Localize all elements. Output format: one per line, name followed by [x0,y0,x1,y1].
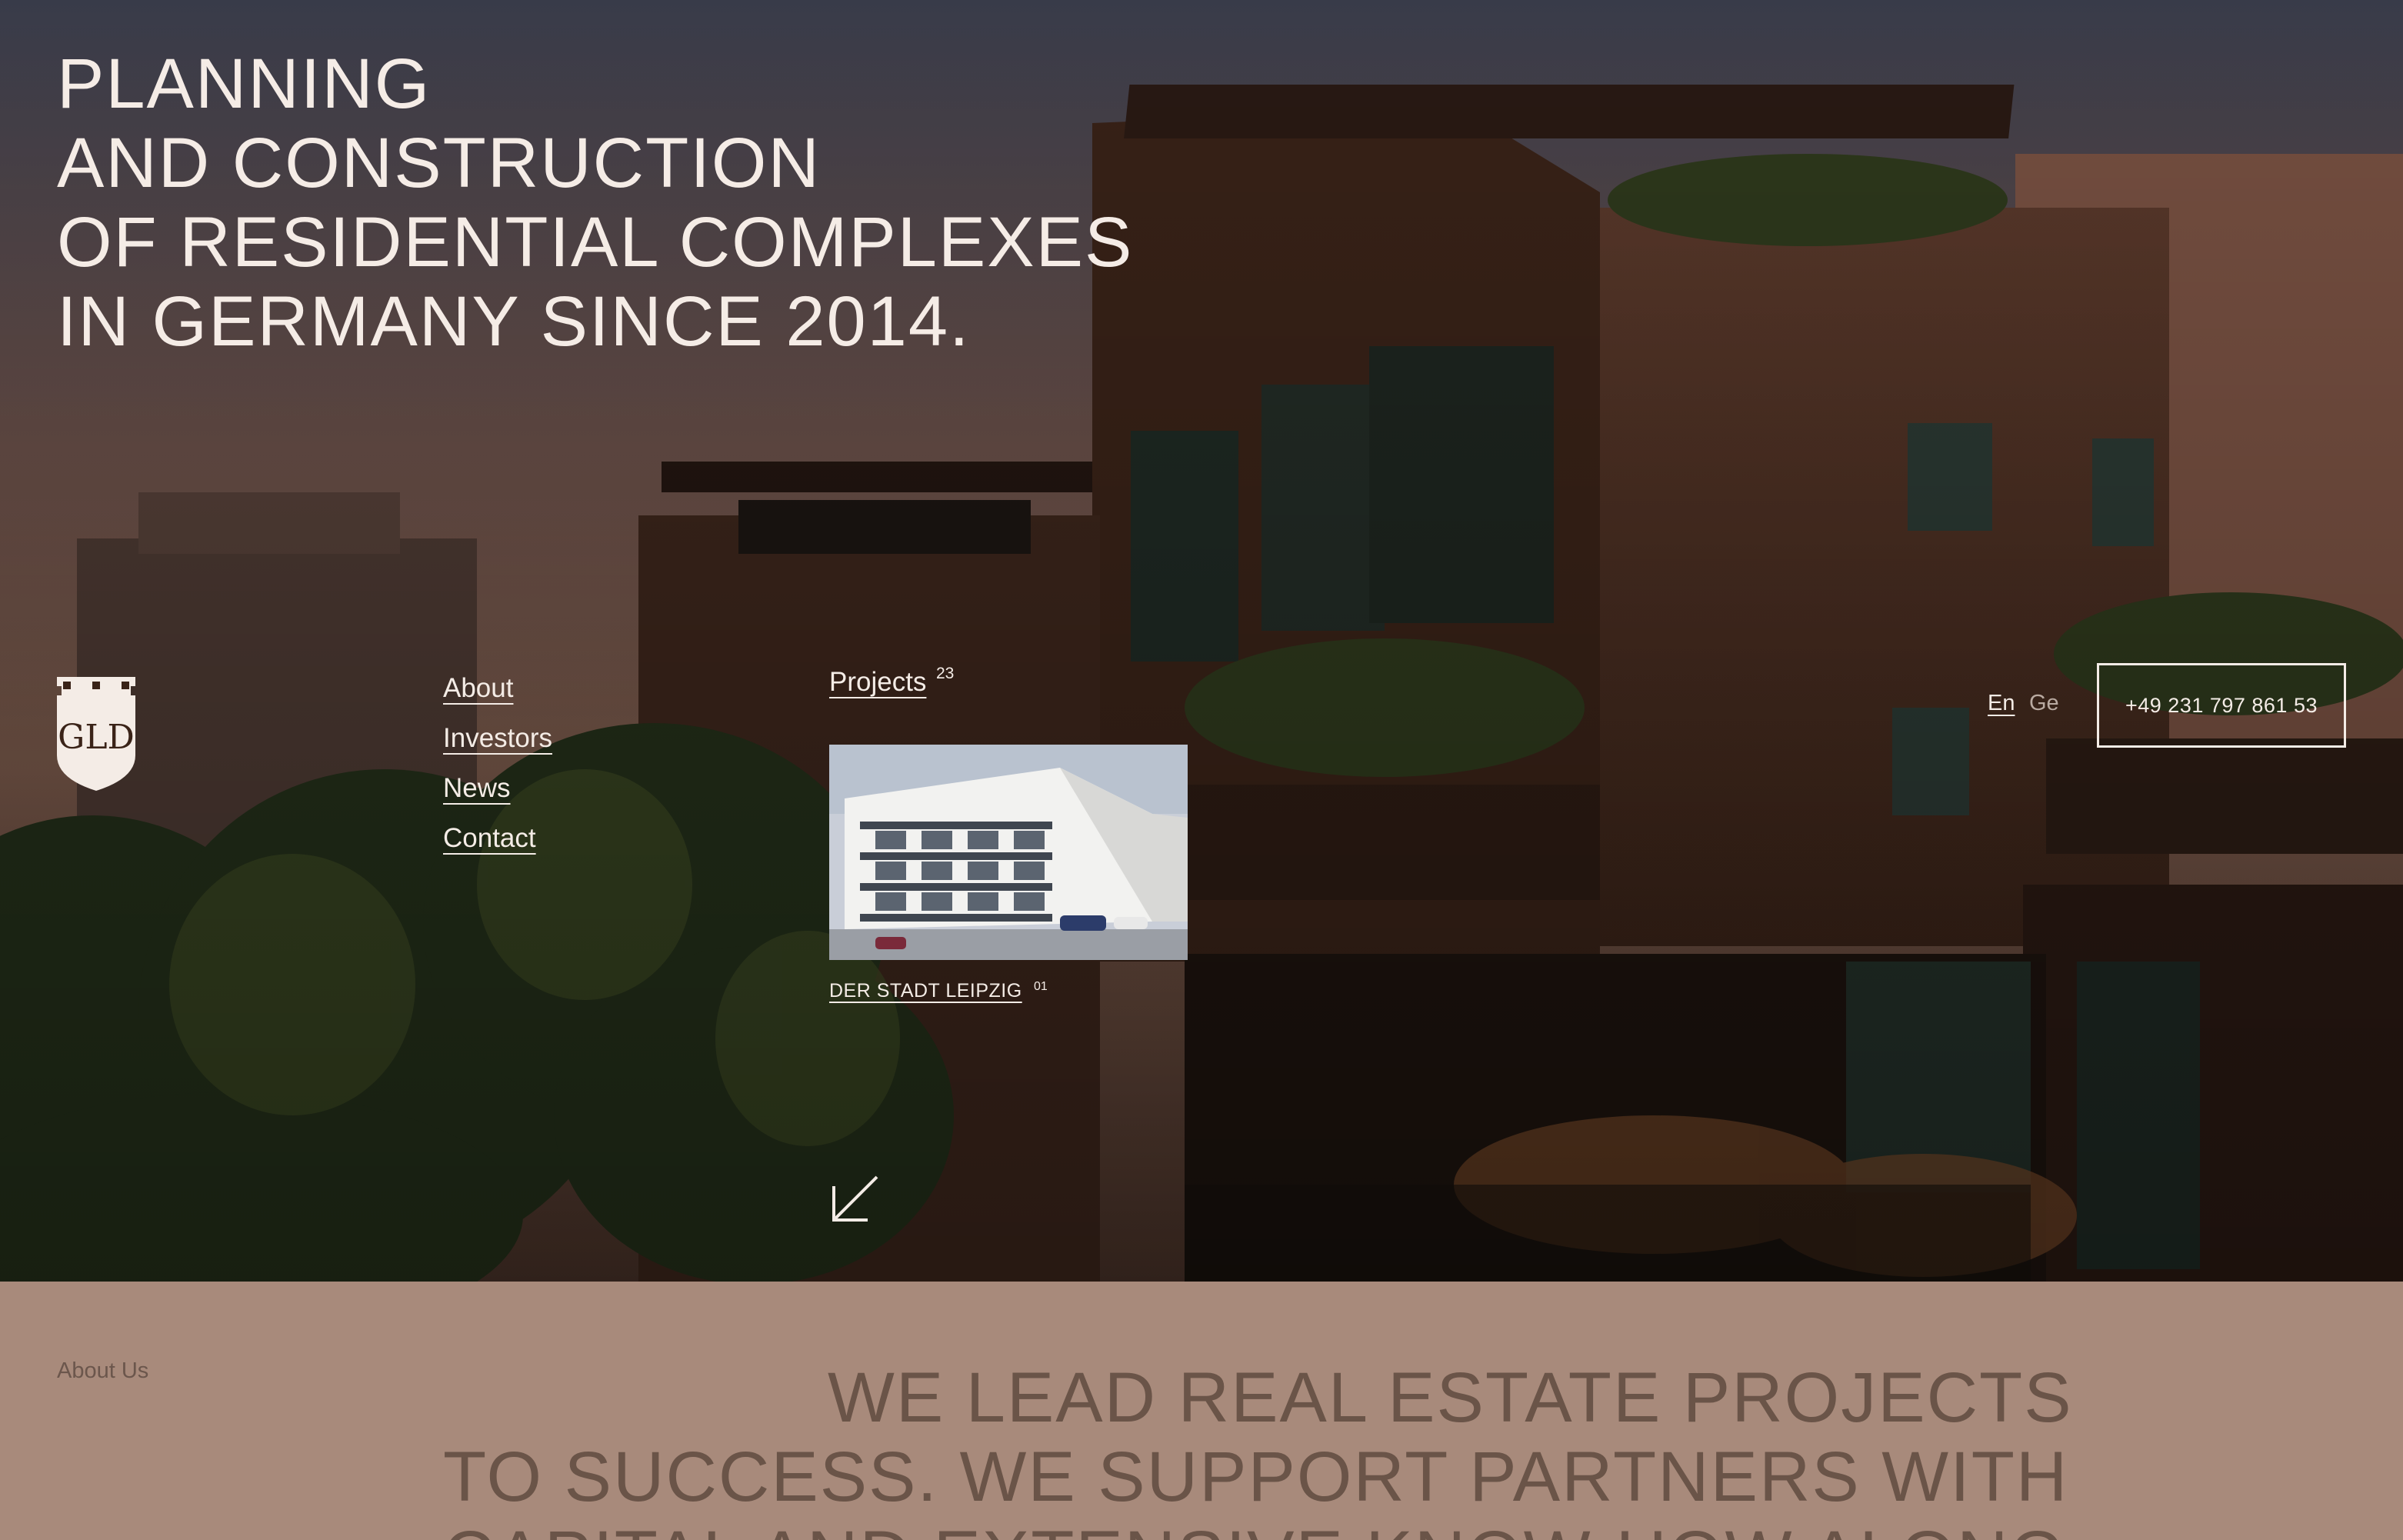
logo-text: GLD [58,718,135,757]
about-section: About Us WE LEAD REAL ESTATE PROJECTS TO… [0,1282,2403,1540]
nav-link-contact[interactable]: Contact [443,813,552,863]
hero-headline: PLANNING AND CONSTRUCTION OF RESIDENTIAL… [57,45,1211,362]
featured-project-name[interactable]: DER STADT LEIPZIG [829,980,1022,1002]
about-text-line: CAPITAL AND EXTENSIVE KNOW-HOW ALONG [443,1517,2289,1540]
nav-link-news[interactable]: News [443,763,552,813]
hero-headline-line: IN GERMANY SINCE 2014. [57,282,971,361]
arrow-down-left-icon[interactable] [829,1172,882,1225]
nav-link-about[interactable]: About [443,663,552,713]
about-text: WE LEAD REAL ESTATE PROJECTS TO SUCCESS.… [443,1358,2289,1540]
gld-shield-logo[interactable]: GLD [55,675,137,792]
about-label: About Us [57,1358,149,1383]
phone-button[interactable]: +49 231 797 861 53 [2097,663,2346,748]
language-option-en[interactable]: En [1988,691,2015,716]
hero-headline-line: PLANNING [57,45,432,123]
featured-project-image[interactable] [829,745,1188,960]
hero-headline-line: OF RESIDENTIAL COMPLEXES [57,203,1134,282]
language-option-ge[interactable]: Ge [2029,691,2059,716]
projects-count: 23 [936,665,955,682]
hero-section: PLANNING AND CONSTRUCTION OF RESIDENTIAL… [0,0,2403,1282]
nav-link-projects[interactable]: Projects [829,663,926,702]
about-text-line: WE LEAD REAL ESTATE PROJECTS [828,1358,2073,1437]
main-navigation: About Investors News Contact [443,663,552,863]
featured-project-number: 01 [1034,980,1048,993]
nav-link-investors[interactable]: Investors [443,713,552,763]
about-text-line: TO SUCCESS. WE SUPPORT PARTNERS WITH [443,1438,2069,1516]
hero-headline-line: AND CONSTRUCTION [57,124,821,202]
